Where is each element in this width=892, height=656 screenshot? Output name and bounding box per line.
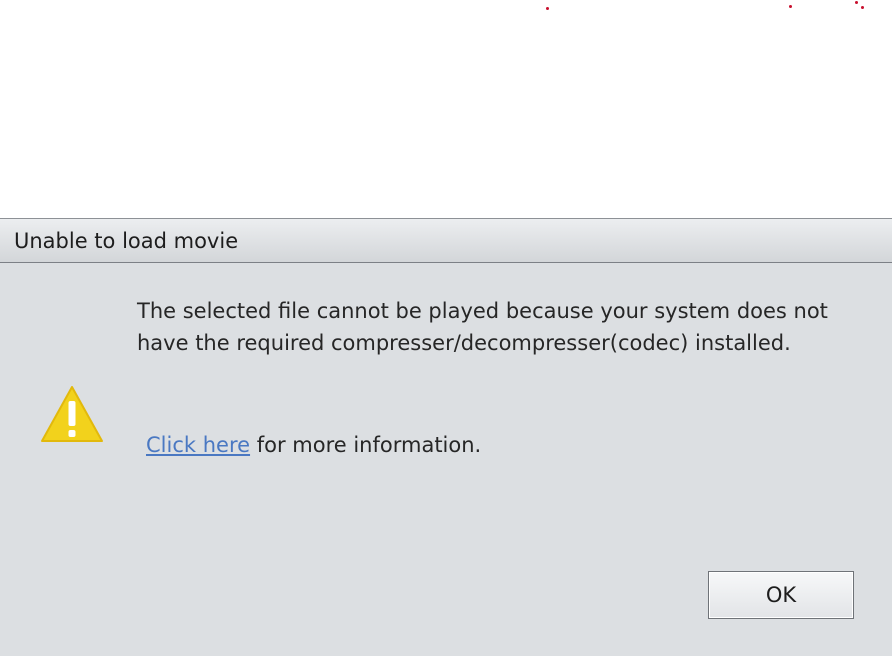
error-dialog: Unable to load movie The selected file c… bbox=[0, 218, 892, 656]
background-dot bbox=[861, 6, 864, 9]
more-info-link[interactable]: Click here bbox=[146, 433, 250, 457]
dialog-titlebar[interactable]: Unable to load movie bbox=[0, 219, 892, 263]
more-info-line: Click here for more information. bbox=[146, 431, 481, 459]
dialog-title: Unable to load movie bbox=[14, 229, 239, 253]
background-area bbox=[0, 0, 892, 218]
background-dot bbox=[546, 7, 549, 10]
more-info-text: for more information. bbox=[250, 433, 482, 457]
ok-button[interactable]: OK bbox=[708, 571, 854, 619]
background-dot bbox=[789, 5, 792, 8]
error-message: The selected file cannot be played becau… bbox=[137, 299, 828, 355]
background-dot bbox=[855, 1, 858, 4]
warning-icon bbox=[41, 386, 103, 442]
